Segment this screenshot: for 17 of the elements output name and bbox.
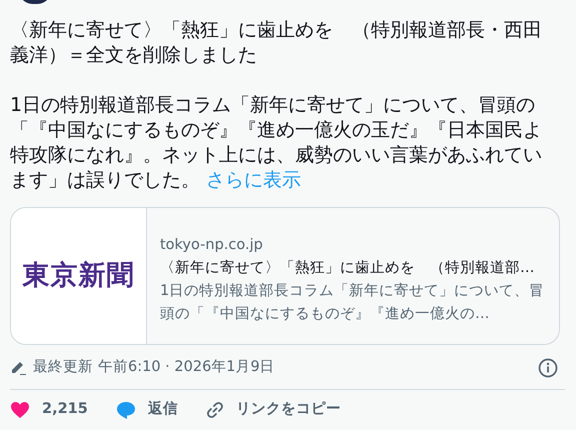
newspaper-logo: 東京新聞 xyxy=(22,258,134,293)
post-body: 1日の特別報道部長コラム「新年に寄せて」について、冒頭の「『中国なにするものぞ』『進め一億火の玉だ』『日本国民よ特攻隊になれ』。ネット上には、威勢のいい言葉があふれています」は誤りでした。 さらに表示 xyxy=(10,93,543,193)
copy-link-button[interactable]: リンクをコピー xyxy=(206,399,341,421)
edited-label: 最終更新 xyxy=(33,358,93,378)
timestamp[interactable]: 午前6:10 · 2026年1月9日 xyxy=(98,357,275,379)
speech-bubble-icon xyxy=(116,400,136,420)
like-button[interactable]: 2,215 xyxy=(10,399,88,421)
link-title: 〈新年に寄せて〉「熱狂」に歯止めを （特別報道部… xyxy=(160,258,536,278)
link-description: 1日の特別報道部長コラム「新年に寄せて」について、冒頭の「『中国なにするものぞ』『進め一億火の… xyxy=(160,282,545,324)
info-icon[interactable] xyxy=(538,358,558,378)
heart-icon xyxy=(10,401,30,419)
pencil-icon xyxy=(11,360,27,376)
link-domain: tokyo-np.co.jp xyxy=(160,236,264,255)
link-icon xyxy=(206,401,224,419)
link-card[interactable]: 東京新聞 tokyo-np.co.jp 〈新年に寄せて〉「熱狂」に歯止めを （特別報道部… 1日の特別報道部長コラム「新年に寄せて」について、冒頭の「『中国なにするものぞ』『進め一億火の… xyxy=(10,207,560,345)
reply-button[interactable]: 返信 xyxy=(116,399,178,421)
post-title: 〈新年に寄せて〉「熱狂」に歯止めを （特別報道部長・西田義洋）＝全文を削除しました xyxy=(10,18,543,68)
